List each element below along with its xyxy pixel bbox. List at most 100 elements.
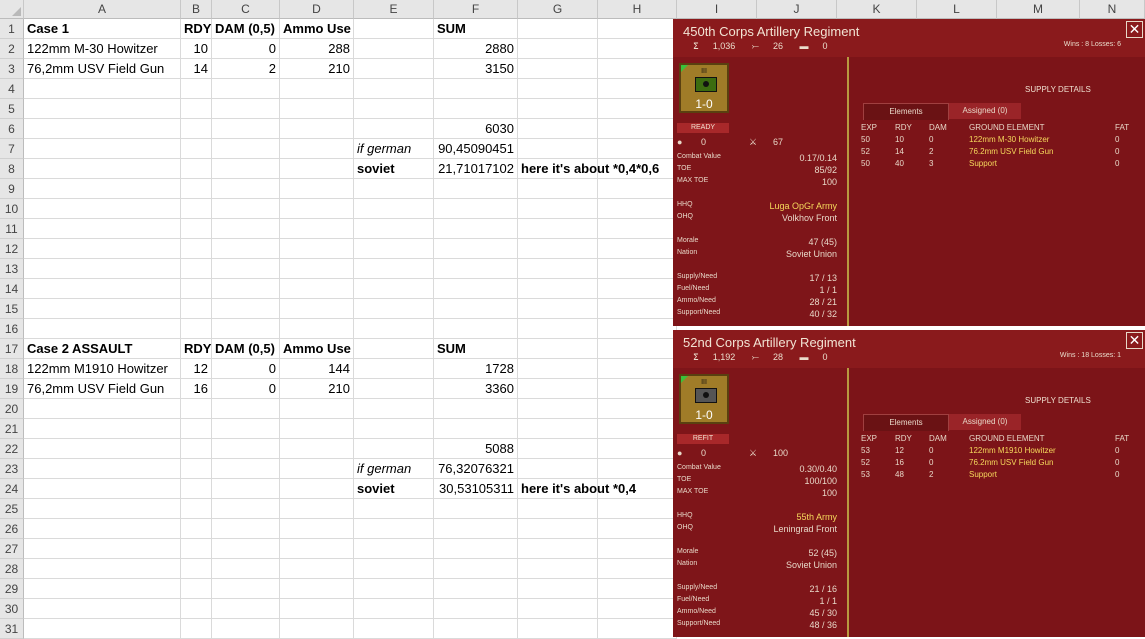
cell-e25[interactable] [354,499,434,519]
cell-a21[interactable] [24,419,181,439]
cell-c27[interactable] [212,539,280,559]
row-header[interactable]: 8 [0,159,24,179]
cell-d29[interactable] [280,579,354,599]
cell-c1[interactable]: DAM (0,5) [212,19,280,39]
cell-d26[interactable] [280,519,354,539]
supply-details-link[interactable]: SUPPLY DETAILS [1025,396,1091,405]
cell-g29[interactable] [518,579,598,599]
row-header[interactable]: 25 [0,499,24,519]
row-header[interactable]: 11 [0,219,24,239]
column-header-a[interactable]: A [24,0,181,19]
row-header[interactable]: 18 [0,359,24,379]
cell-a7[interactable] [24,139,181,159]
cell-e27[interactable] [354,539,434,559]
cell-e17[interactable] [354,339,434,359]
cell-h14[interactable] [598,279,677,299]
cell-g17[interactable] [518,339,598,359]
cell-c5[interactable] [212,99,280,119]
cell-b13[interactable] [181,259,212,279]
cell-b6[interactable] [181,119,212,139]
cell-e13[interactable] [354,259,434,279]
cell-a17[interactable]: Case 2 ASSAULT [24,339,181,359]
cell-e29[interactable] [354,579,434,599]
cell-c22[interactable] [212,439,280,459]
column-header-b[interactable]: B [181,0,212,19]
row-header[interactable]: 17 [0,339,24,359]
cell-h30[interactable] [598,599,677,619]
row-header[interactable]: 16 [0,319,24,339]
cell-f26[interactable] [434,519,518,539]
element-name[interactable]: Support [969,470,997,479]
cell-h1[interactable] [598,19,677,39]
cell-b7[interactable] [181,139,212,159]
cell-b2[interactable]: 10 [181,39,212,59]
cell-c20[interactable] [212,399,280,419]
cell-d30[interactable] [280,599,354,619]
cell-h26[interactable] [598,519,677,539]
row-header[interactable]: 20 [0,399,24,419]
cell-a22[interactable] [24,439,181,459]
cell-a27[interactable] [24,539,181,559]
close-icon[interactable]: ✕ [1126,332,1143,349]
cell-e15[interactable] [354,299,434,319]
cell-f27[interactable] [434,539,518,559]
element-name[interactable]: 122mm M1910 Howitzer [969,446,1056,455]
cell-b14[interactable] [181,279,212,299]
cell-g27[interactable] [518,539,598,559]
cell-e1[interactable] [354,19,434,39]
cell-d12[interactable] [280,239,354,259]
cell-b4[interactable] [181,79,212,99]
cell-f17[interactable]: SUM [434,339,518,359]
cell-h6[interactable] [598,119,677,139]
cell-a28[interactable] [24,559,181,579]
cell-b3[interactable]: 14 [181,59,212,79]
cell-d9[interactable] [280,179,354,199]
cell-a10[interactable] [24,199,181,219]
row-header[interactable]: 12 [0,239,24,259]
column-header-g[interactable]: G [518,0,598,19]
element-name[interactable]: 122mm M-30 Howitzer [969,135,1049,144]
cell-f12[interactable] [434,239,518,259]
cell-h18[interactable] [598,359,677,379]
cell-h22[interactable] [598,439,677,459]
cell-g15[interactable] [518,299,598,319]
cell-h20[interactable] [598,399,677,419]
cell-g8[interactable]: here it's about *0,4*0,6 [518,159,659,179]
cell-d8[interactable] [280,159,354,179]
cell-h31[interactable] [598,619,677,639]
cell-e9[interactable] [354,179,434,199]
cell-h15[interactable] [598,299,677,319]
cell-c8[interactable] [212,159,280,179]
column-header-m[interactable]: M [997,0,1080,19]
element-name[interactable]: 76.2mm USV Field Gun [969,147,1053,156]
cell-c21[interactable] [212,419,280,439]
cell-h10[interactable] [598,199,677,219]
cell-d27[interactable] [280,539,354,559]
info-value-hhq[interactable]: Luga OpGr Army [769,201,837,211]
cell-f19[interactable]: 3360 [434,379,518,399]
cell-a8[interactable] [24,159,181,179]
cell-h21[interactable] [598,419,677,439]
row-header[interactable]: 13 [0,259,24,279]
cell-c9[interactable] [212,179,280,199]
cell-h5[interactable] [598,99,677,119]
cell-f9[interactable] [434,179,518,199]
select-all-corner[interactable] [0,0,24,19]
column-header-n[interactable]: N [1080,0,1145,19]
cell-b1[interactable]: RDY [181,19,212,39]
tab-elements[interactable]: Elements [863,103,949,120]
unit-counter[interactable]: III 1-0 [679,374,729,424]
cell-f4[interactable] [434,79,518,99]
cell-h25[interactable] [598,499,677,519]
cell-b12[interactable] [181,239,212,259]
cell-f23[interactable]: 76,32076321 [434,459,518,479]
cell-a31[interactable] [24,619,181,639]
row-header[interactable]: 10 [0,199,24,219]
cell-g10[interactable] [518,199,598,219]
cell-h16[interactable] [598,319,677,339]
cell-c6[interactable] [212,119,280,139]
cell-d5[interactable] [280,99,354,119]
row-header[interactable]: 14 [0,279,24,299]
cell-e7[interactable]: if german [354,139,434,159]
cell-b16[interactable] [181,319,212,339]
